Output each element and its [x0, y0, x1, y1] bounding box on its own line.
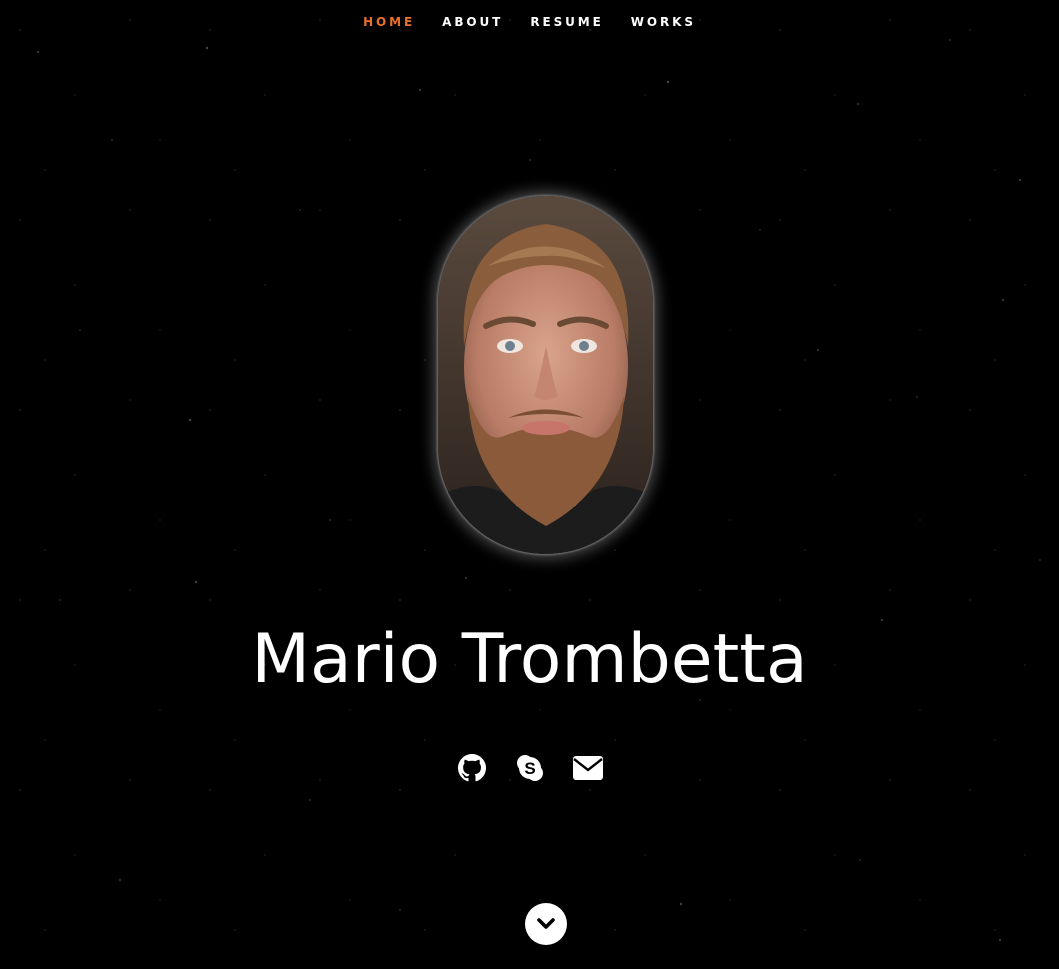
skype-link[interactable]: S	[514, 752, 546, 784]
skype-icon: S	[516, 755, 543, 781]
hero-name: Mario Trombetta	[251, 620, 808, 699]
nav-about[interactable]: ABOUT	[442, 15, 503, 29]
envelope-icon	[572, 756, 603, 780]
github-icon	[457, 754, 486, 782]
profile-photo	[438, 196, 653, 554]
nav-home[interactable]: HOME	[363, 15, 415, 29]
chevron-down-icon	[537, 918, 555, 929]
scroll-down-button[interactable]	[525, 903, 567, 945]
social-links: S	[0, 752, 1059, 784]
svg-text:S: S	[524, 759, 535, 778]
nav-works[interactable]: WORKS	[631, 15, 696, 29]
nav-resume[interactable]: RESUME	[530, 15, 603, 29]
github-link[interactable]	[456, 752, 488, 784]
main-nav: HOME ABOUT RESUME WORKS	[0, 11, 1059, 30]
email-link[interactable]	[572, 752, 604, 784]
